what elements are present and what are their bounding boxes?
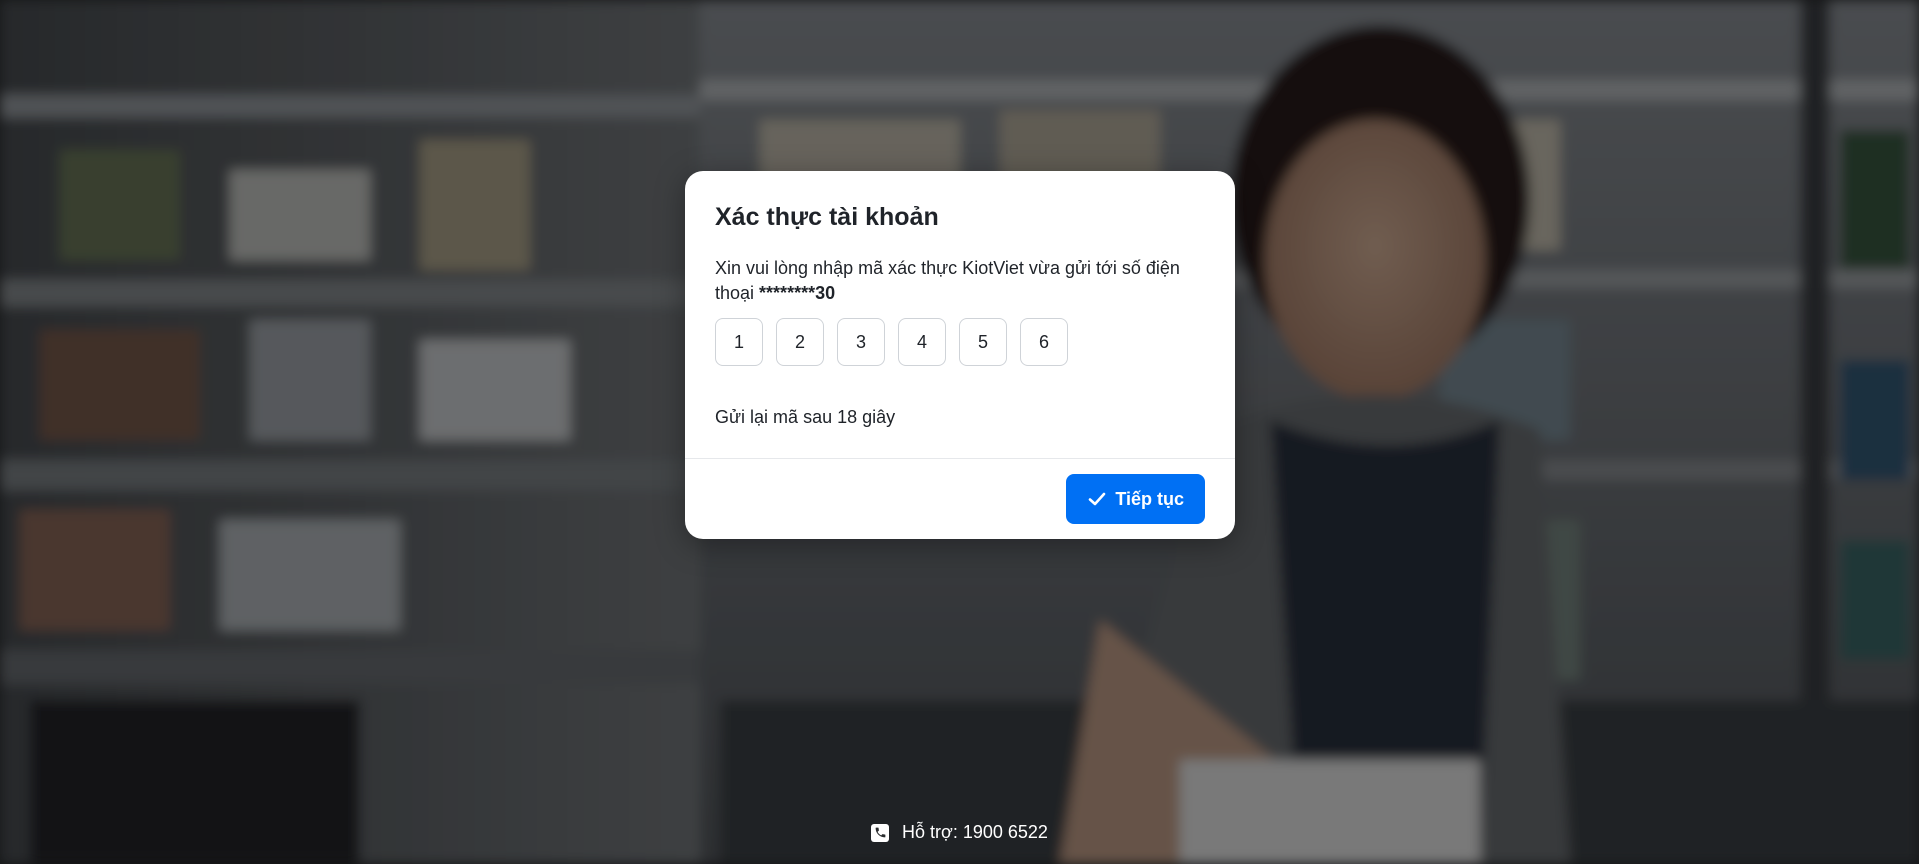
phone-icon	[871, 823, 890, 842]
otp-digit-6[interactable]	[1020, 318, 1068, 366]
otp-digit-1[interactable]	[715, 318, 763, 366]
check-icon	[1089, 492, 1106, 506]
dialog-footer: Tiếp tục	[685, 459, 1235, 539]
otp-digit-4[interactable]	[898, 318, 946, 366]
dialog-body: Xác thực tài khoản Xin vui lòng nhập mã …	[685, 171, 1235, 458]
otp-digit-3[interactable]	[837, 318, 885, 366]
continue-button[interactable]: Tiếp tục	[1066, 474, 1205, 524]
masked-phone-number: ********30	[759, 283, 836, 303]
otp-input-group	[715, 318, 1205, 366]
dialog-description: Xin vui lòng nhập mã xác thực KiotViet v…	[715, 256, 1205, 306]
continue-button-label: Tiếp tục	[1115, 488, 1184, 509]
otp-digit-2[interactable]	[776, 318, 824, 366]
dialog-title: Xác thực tài khoản	[715, 203, 939, 231]
otp-digit-5[interactable]	[959, 318, 1007, 366]
verify-account-dialog: Xác thực tài khoản Xin vui lòng nhập mã …	[685, 171, 1235, 539]
support-label: Hỗ trợ: 1900 6522	[902, 822, 1048, 842]
support-hotline[interactable]: Hỗ trợ: 1900 6522	[0, 822, 1919, 843]
resend-countdown-text: Gửi lại mã sau 18 giây	[715, 407, 896, 427]
